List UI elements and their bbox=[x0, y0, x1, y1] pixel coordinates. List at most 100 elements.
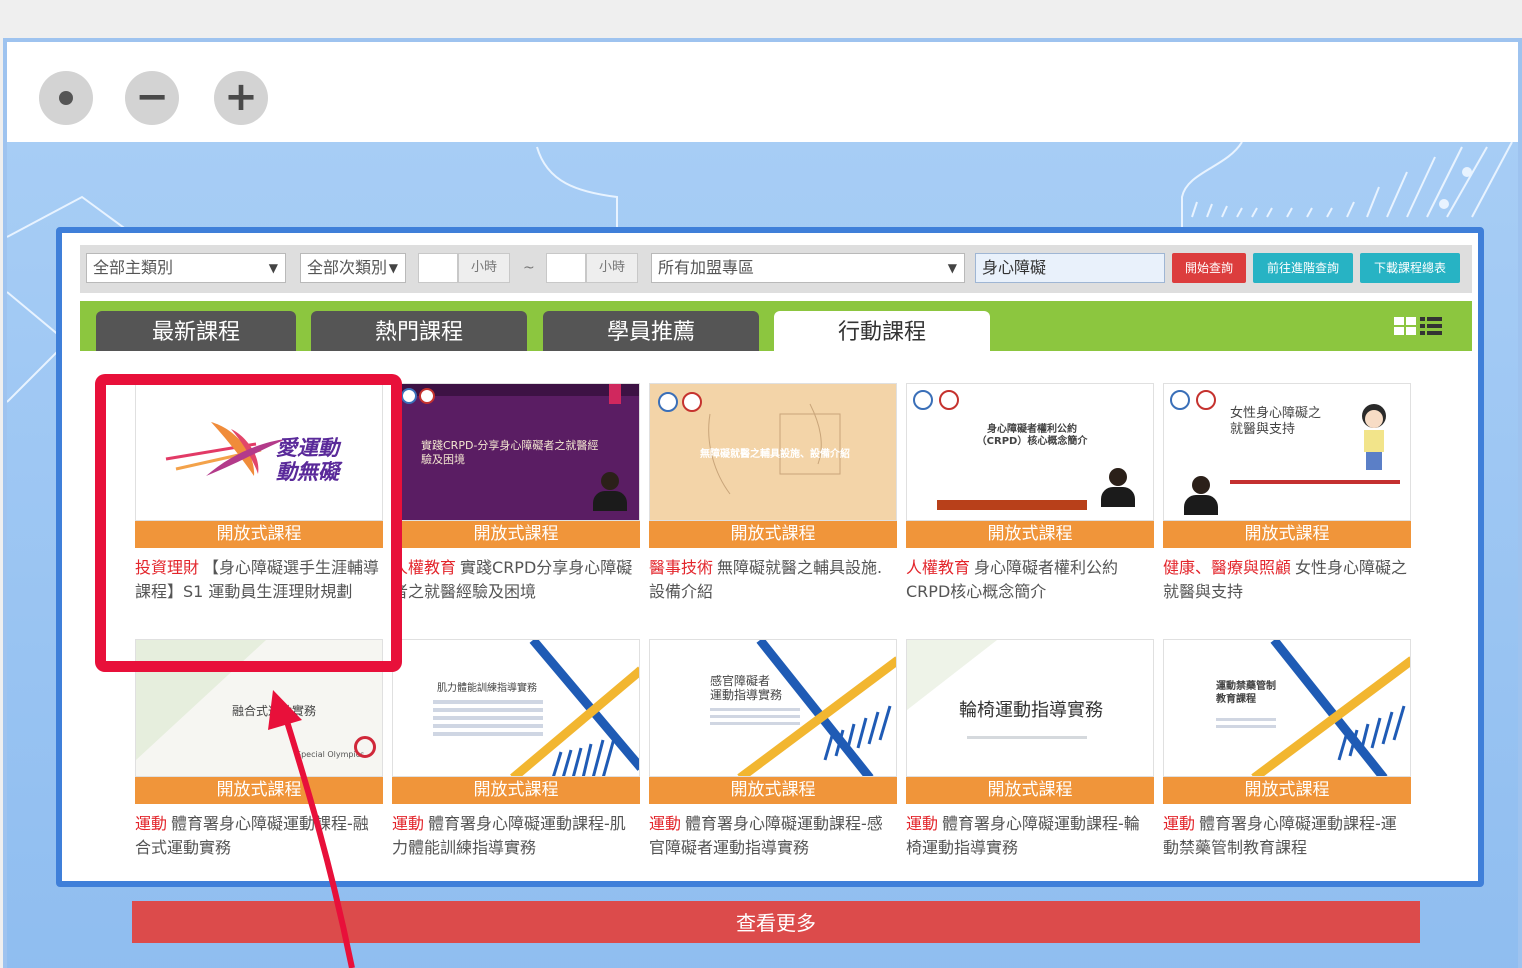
open-course-badge: 開放式課程 bbox=[649, 777, 897, 804]
sub-category-value: 全部次類別 bbox=[307, 258, 388, 277]
course-card[interactable]: 實踐CRPD-分享身心障礙者之就醫經驗及困境 開放式課程 人權教育 實踐CRPD分… bbox=[392, 383, 640, 604]
slide-title-line1: 運動禁藥管制 bbox=[1216, 681, 1276, 692]
hours-to-input[interactable] bbox=[546, 253, 586, 283]
slide-title: 肌力體能訓練指導實務 bbox=[437, 683, 537, 694]
window-minimize-icon[interactable]: − bbox=[125, 71, 179, 125]
hours-from-input[interactable] bbox=[418, 253, 458, 283]
course-title-text: 體育署身心障礙運動課程-融合式運動實務 bbox=[135, 814, 369, 857]
course-thumbnail[interactable]: 肌力體能訓練指導實務 bbox=[392, 639, 640, 777]
course-tab-bar: 最新課程 熱門課程 學員推薦 行動課程 bbox=[80, 301, 1472, 351]
tab-popular-courses[interactable]: 熱門課程 bbox=[311, 311, 527, 351]
course-card[interactable]: 感官障礙者 運動指導實務 開放式課程 運動 體育署身心障礙運動課程-感官障礙者運動… bbox=[649, 639, 897, 860]
course-title[interactable]: 運動 體育署身心障礙運動課程-肌力體能訓練指導實務 bbox=[392, 812, 640, 860]
speaker-image bbox=[593, 472, 627, 511]
advanced-search-button[interactable]: 前往進階查詢 bbox=[1253, 253, 1353, 283]
course-category: 健康、醫療與照顧 bbox=[1163, 558, 1292, 577]
tab-mobile-courses[interactable]: 行動課程 bbox=[774, 311, 990, 351]
sub-category-select[interactable]: 全部次類別 ▼ bbox=[300, 253, 406, 283]
slide-title: 實踐CRPD-分享身心障礙者之就醫經驗及困境 bbox=[421, 439, 599, 466]
open-course-badge: 開放式課程 bbox=[1163, 777, 1411, 804]
open-course-badge: 開放式課程 bbox=[906, 777, 1154, 804]
agency-logo-icon bbox=[913, 390, 933, 410]
filter-bar: 全部主類別 ▼ 全部次類別 ▼ 小時 ~ 小時 所有加盟專區 ▼ 身心障礙 開始… bbox=[80, 245, 1472, 293]
chevron-down-icon: ▼ bbox=[947, 261, 957, 275]
open-course-badge: 開放式課程 bbox=[906, 521, 1154, 548]
course-thumbnail[interactable]: 女性身心障礙之 就醫與支持 bbox=[1163, 383, 1411, 521]
course-category: 運動 bbox=[135, 814, 168, 833]
course-thumbnail[interactable]: 感官障礙者 運動指導實務 bbox=[649, 639, 897, 777]
course-title[interactable]: 人權教育 身心障礙者權利公約CRPD核心概念簡介 bbox=[906, 556, 1154, 604]
view-more-button[interactable]: 查看更多 bbox=[132, 901, 1420, 943]
list-view-icon[interactable] bbox=[1420, 317, 1442, 335]
start-search-button[interactable]: 開始查詢 bbox=[1172, 253, 1246, 283]
course-card[interactable]: 女性身心障礙之 就醫與支持 開放式課程 健康、醫療與照顧 女性身心障礙之就醫與支持 bbox=[1163, 383, 1411, 604]
course-thumbnail[interactable]: 無障礙就醫之輔具設施、設備介紹 bbox=[649, 383, 897, 521]
slide-title-line1: 感官障礙者 bbox=[710, 674, 771, 688]
slide-title: 無障礙就醫之輔具設施、設備介紹 bbox=[700, 449, 850, 460]
course-thumbnail[interactable]: 運動禁藥管制 教育課程 bbox=[1163, 639, 1411, 777]
course-card[interactable]: 融合式運動實務 Special Olympics 開放式課程 運動 體育署身心障礙… bbox=[135, 639, 383, 860]
chevron-down-icon: ▼ bbox=[268, 261, 278, 275]
open-course-badge: 開放式課程 bbox=[392, 777, 640, 804]
slide-title: 輪椅運動指導實務 bbox=[959, 700, 1103, 721]
main-category-value: 全部主類別 bbox=[93, 258, 174, 277]
course-title[interactable]: 健康、醫療與照顧 女性身心障礙之就醫與支持 bbox=[1163, 556, 1411, 604]
window-titlebar: − + bbox=[7, 42, 1518, 142]
hours-to-unit: 小時 bbox=[586, 253, 638, 283]
tab-latest-courses[interactable]: 最新課程 bbox=[96, 311, 296, 351]
course-title[interactable]: 運動 體育署身心障礙運動課程-融合式運動實務 bbox=[135, 812, 383, 860]
chevron-down-icon: ▼ bbox=[388, 261, 398, 275]
course-title-text: 體育署身心障礙運動課程-感官障礙者運動指導實務 bbox=[649, 814, 883, 857]
special-olympics-logo-icon bbox=[354, 736, 376, 758]
course-title[interactable]: 運動 體育署身心障礙運動課程-輪椅運動指導實務 bbox=[906, 812, 1154, 860]
hours-range-separator: ~ bbox=[523, 260, 535, 276]
tab-student-recommended[interactable]: 學員推薦 bbox=[543, 311, 759, 351]
agency-logo-icon bbox=[1196, 390, 1216, 410]
course-title[interactable]: 運動 體育署身心障礙運動課程-感官障礙者運動指導實務 bbox=[649, 812, 897, 860]
open-course-badge: 開放式課程 bbox=[649, 521, 897, 548]
agency-logo-icon bbox=[1170, 390, 1190, 410]
speaker-image bbox=[1101, 468, 1135, 507]
zone-select[interactable]: 所有加盟專區 ▼ bbox=[651, 253, 965, 283]
course-category: 人權教育 bbox=[906, 558, 971, 577]
window-close-icon[interactable] bbox=[39, 71, 93, 125]
course-card[interactable]: 肌力體能訓練指導實務 開放式課程 運動 體育署身心障礙運動課程-肌力體能訓練指導實… bbox=[392, 639, 640, 860]
slide-title: 融合式運動實務 bbox=[232, 704, 317, 718]
speaker-image bbox=[1184, 476, 1218, 515]
course-category: 運動 bbox=[649, 814, 682, 833]
course-thumbnail[interactable]: 輪椅運動指導實務 bbox=[906, 639, 1154, 777]
course-title-text: 體育署身心障礙運動課程-輪椅運動指導實務 bbox=[906, 814, 1140, 857]
course-category: 運動 bbox=[1163, 814, 1196, 833]
slide-title-line2: 就醫與支持 bbox=[1230, 422, 1296, 437]
slide-title-line1: 女性身心障礙之 bbox=[1230, 406, 1322, 421]
main-category-select[interactable]: 全部主類別 ▼ bbox=[86, 253, 286, 283]
course-category: 運動 bbox=[906, 814, 939, 833]
course-card[interactable]: 無障礙就醫之輔具設施、設備介紹 開放式課程 醫事技術 無障礙就醫之輔具設施.設備介… bbox=[649, 383, 897, 604]
course-card[interactable]: 輪椅運動指導實務 開放式課程 運動 體育署身心障礙運動課程-輪椅運動指導實務 bbox=[906, 639, 1154, 860]
slide-title-line2: 運動指導實務 bbox=[710, 688, 783, 702]
course-title-text: 體育署身心障礙運動課程-運動禁藥管制教育課程 bbox=[1163, 814, 1397, 857]
agency-logo-icon bbox=[939, 390, 959, 410]
keyword-search-input[interactable]: 身心障礙 bbox=[975, 253, 1165, 283]
course-card[interactable]: 身心障礙者權利公約（CRPD）核心概念簡介 開放式課程 人權教育 身心障礙者權利公… bbox=[906, 383, 1154, 604]
cartoon-woman-icon bbox=[1362, 404, 1386, 470]
course-title[interactable]: 醫事技術 無障礙就醫之輔具設施.設備介紹 bbox=[649, 556, 897, 604]
zone-value: 所有加盟專區 bbox=[658, 258, 755, 277]
open-course-badge: 開放式課程 bbox=[1163, 521, 1411, 548]
hours-from-unit: 小時 bbox=[458, 253, 510, 283]
grid-view-icon[interactable] bbox=[1394, 317, 1416, 335]
course-category: 運動 bbox=[392, 814, 425, 833]
course-card[interactable]: 運動禁藥管制 教育課程 開放式課程 運動 體育署身心障礙運動課程-運動禁藥管制教育… bbox=[1163, 639, 1411, 860]
course-title[interactable]: 人權教育 實踐CRPD分享身心障礙者之就醫經驗及困境 bbox=[392, 556, 640, 604]
course-thumbnail[interactable]: 實踐CRPD-分享身心障礙者之就醫經驗及困境 bbox=[392, 383, 640, 521]
course-thumbnail[interactable]: 身心障礙者權利公約（CRPD）核心概念簡介 bbox=[906, 383, 1154, 521]
course-title[interactable]: 運動 體育署身心障礙運動課程-運動禁藥管制教育課程 bbox=[1163, 812, 1411, 860]
highlight-box bbox=[95, 374, 402, 672]
window-maximize-icon[interactable]: + bbox=[214, 71, 268, 125]
open-course-badge: 開放式課程 bbox=[135, 777, 383, 804]
slide-title-line2: 教育課程 bbox=[1216, 694, 1256, 705]
screenshot-stage: − + 全部主類別 ▼ 全部次類別 ▼ 小時 ~ 小時 所有加盟專區 ▼ 身心障… bbox=[0, 0, 1522, 968]
agency-logo-icon bbox=[419, 388, 435, 404]
download-course-list-button[interactable]: 下載課程總表 bbox=[1360, 253, 1460, 283]
course-title-text: 體育署身心障礙運動課程-肌力體能訓練指導實務 bbox=[392, 814, 626, 857]
